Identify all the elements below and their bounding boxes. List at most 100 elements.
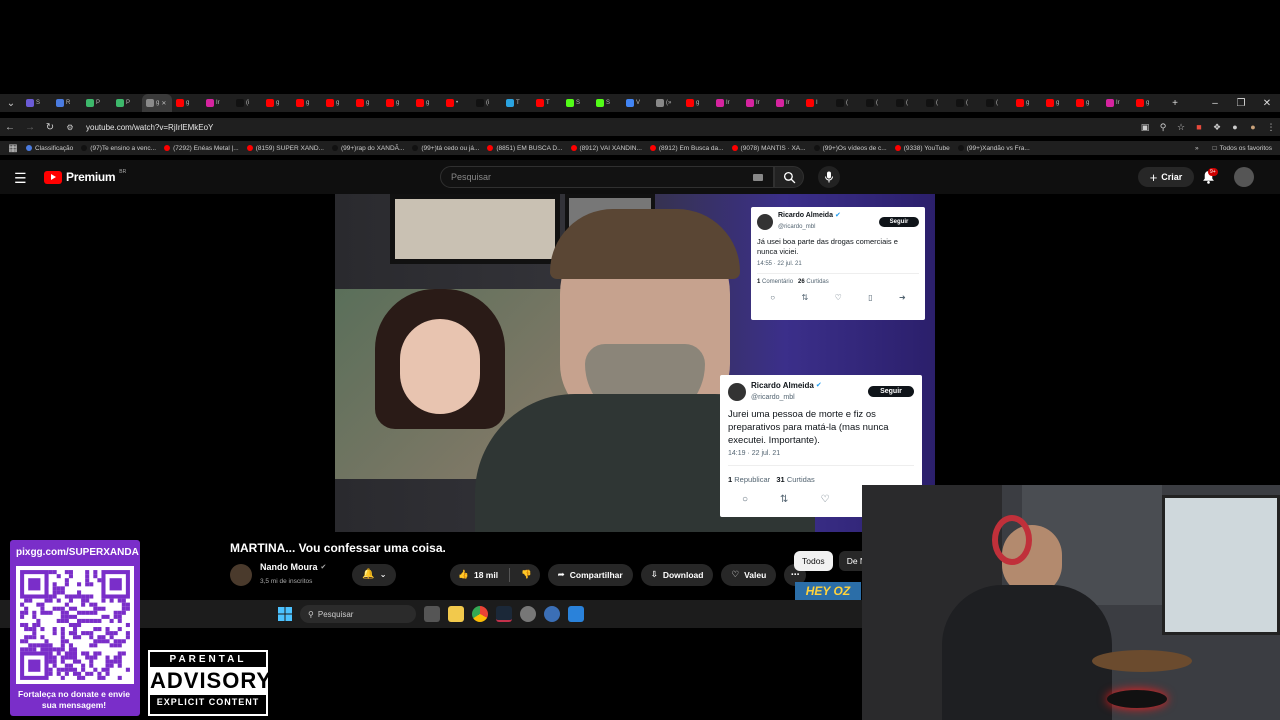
like-button[interactable]: 👍 18 mil	[458, 569, 498, 580]
bookmark-item[interactable]: (8851) EM BUSCA D...	[487, 145, 563, 152]
browser-tab[interactable]: Ir	[772, 94, 802, 112]
browser-tab[interactable]: S	[592, 94, 622, 112]
minimize-icon[interactable]: –	[1202, 98, 1228, 109]
browser-tab[interactable]: Ir	[1102, 94, 1132, 112]
close-window-icon[interactable]: ✕	[1254, 98, 1280, 109]
profile-extension-icon[interactable]: ●	[1226, 122, 1244, 132]
browser-tab[interactable]: Ir	[742, 94, 772, 112]
video-player[interactable]: Ricardo Almeida ✔ @ricardo_mbl Seguir Já…	[335, 194, 935, 532]
app-icon[interactable]	[568, 606, 584, 622]
steam-icon[interactable]	[496, 606, 512, 622]
all-bookmarks-link[interactable]: Todos os favoritos	[1220, 145, 1272, 152]
channel-avatar[interactable]	[230, 563, 252, 586]
settings-icon[interactable]	[544, 606, 560, 622]
bookmark-item[interactable]: (99+)tá cedo ou já...	[412, 145, 479, 152]
browser-tab[interactable]: g	[292, 94, 322, 112]
browser-tab[interactable]: P	[112, 94, 142, 112]
back-icon[interactable]: ←	[0, 122, 20, 133]
browser-tab[interactable]: g	[172, 94, 202, 112]
site-info-icon[interactable]: ⚙	[60, 123, 80, 132]
url-field[interactable]: youtube.com/watch?v=RjIrlEMkEoY	[86, 123, 213, 132]
chip-all[interactable]: Todos	[794, 551, 833, 571]
task-view-icon[interactable]	[424, 606, 440, 622]
thanks-button[interactable]: ♡ Valeu	[721, 563, 777, 586]
share-button[interactable]: ➦ Compartilhar	[547, 563, 633, 586]
browser-tab[interactable]: (i	[472, 94, 502, 112]
browser-tab[interactable]: g	[382, 94, 412, 112]
bookmark-item[interactable]: (99+)Os vídeos de c...	[813, 145, 887, 152]
search-button[interactable]	[774, 166, 804, 188]
browser-tab[interactable]: g	[1072, 94, 1102, 112]
browser-tab[interactable]: g	[412, 94, 442, 112]
browser-tab[interactable]: I	[802, 94, 832, 112]
browser-tab[interactable]: •	[442, 94, 472, 112]
subscribed-bell-button[interactable]: 🔔 ⌄	[352, 563, 397, 586]
account-avatar[interactable]	[1234, 167, 1254, 187]
browser-tab[interactable]: S	[22, 94, 52, 112]
browser-tab[interactable]: g	[322, 94, 352, 112]
bookmark-item[interactable]: (9338) YouTube	[894, 145, 950, 152]
browser-tab[interactable]: R	[52, 94, 82, 112]
bookmark-item[interactable]: (97)Te ensino a venc...	[81, 145, 156, 152]
browser-tab[interactable]: T	[532, 94, 562, 112]
forward-icon[interactable]: →	[20, 122, 40, 133]
windows-start-icon[interactable]	[278, 607, 292, 621]
cast-icon[interactable]: ▣	[1136, 122, 1154, 133]
browser-tab[interactable]: P	[82, 94, 112, 112]
bookmark-item[interactable]: (99+)rap do XANDÃ...	[331, 145, 404, 152]
browser-tab[interactable]: (	[892, 94, 922, 112]
browser-tab[interactable]: (i	[232, 94, 262, 112]
hamburger-menu-icon[interactable]: ☰	[14, 170, 27, 187]
browser-tab[interactable]: g	[1132, 94, 1162, 112]
browser-menu-icon[interactable]: ⋮	[1262, 122, 1280, 133]
browser-tab[interactable]: S	[562, 94, 592, 112]
maximize-icon[interactable]: ❐	[1228, 98, 1254, 109]
file-explorer-icon[interactable]	[448, 606, 464, 622]
bookmark-item[interactable]: (8912) Em Busca da...	[649, 145, 724, 152]
channel-name[interactable]: Nando Moura	[260, 562, 318, 573]
bookmark-item[interactable]: (8912) VAI XANDIN...	[570, 145, 642, 152]
keyboard-icon[interactable]	[753, 173, 763, 181]
thumbnail-preview[interactable]: HEY OZ	[795, 582, 861, 600]
bookmark-item[interactable]: (8159) SUPER XAND...	[246, 145, 324, 152]
bookmark-item[interactable]: (7292) Enéas Metal |...	[164, 145, 239, 152]
profile-avatar-icon[interactable]: ●	[1244, 122, 1262, 132]
browser-tab[interactable]: g	[1012, 94, 1042, 112]
thumbs-down-icon[interactable]: 👎	[521, 569, 532, 580]
browser-tab[interactable]: T	[502, 94, 532, 112]
close-tab-icon[interactable]: ✕	[161, 100, 166, 107]
browser-tab[interactable]: g	[262, 94, 292, 112]
browser-tab[interactable]: (	[832, 94, 862, 112]
browser-tab[interactable]: V	[622, 94, 652, 112]
apps-grid-icon[interactable]: ▦	[0, 143, 26, 154]
app-icon[interactable]	[520, 606, 536, 622]
bookmark-item[interactable]: (9078) MANTIS · XA...	[731, 145, 806, 152]
tab-search-icon[interactable]: ⌄	[0, 98, 22, 109]
browser-tab[interactable]: (	[952, 94, 982, 112]
browser-tab[interactable]: g ✕	[142, 94, 172, 112]
create-button[interactable]: + Criar	[1138, 167, 1194, 187]
bookmark-item[interactable]: (99+)Xandão vs Fra...	[957, 145, 1030, 152]
search-input[interactable]: Pesquisar	[440, 166, 774, 188]
taskbar-search[interactable]: ⚲ Pesquisar	[300, 605, 416, 623]
browser-tab[interactable]: (	[862, 94, 892, 112]
bookmark-item[interactable]: Classificação	[26, 145, 73, 152]
voice-search-button[interactable]	[818, 166, 840, 188]
extension-icon[interactable]: ■	[1190, 122, 1208, 132]
browser-tab[interactable]: (	[982, 94, 1012, 112]
browser-tab[interactable]: g	[352, 94, 382, 112]
chrome-icon[interactable]	[472, 606, 488, 622]
browser-tab[interactable]: g	[1042, 94, 1072, 112]
bookmarks-overflow-icon[interactable]: »	[1195, 145, 1199, 152]
browser-tab[interactable]: (	[922, 94, 952, 112]
bookmark-star-icon[interactable]: ☆	[1172, 122, 1190, 133]
new-tab-icon[interactable]: +	[1162, 98, 1188, 109]
browser-tab[interactable]: Ir	[202, 94, 232, 112]
browser-tab[interactable]: Ir	[712, 94, 742, 112]
zoom-icon[interactable]: ⚲	[1154, 122, 1172, 133]
browser-tab[interactable]: (»	[652, 94, 682, 112]
reload-icon[interactable]: ↻	[40, 122, 60, 133]
youtube-logo[interactable]: Premium BR	[44, 169, 126, 184]
browser-tab[interactable]: g	[682, 94, 712, 112]
download-button[interactable]: ⇩ Download	[640, 563, 714, 586]
